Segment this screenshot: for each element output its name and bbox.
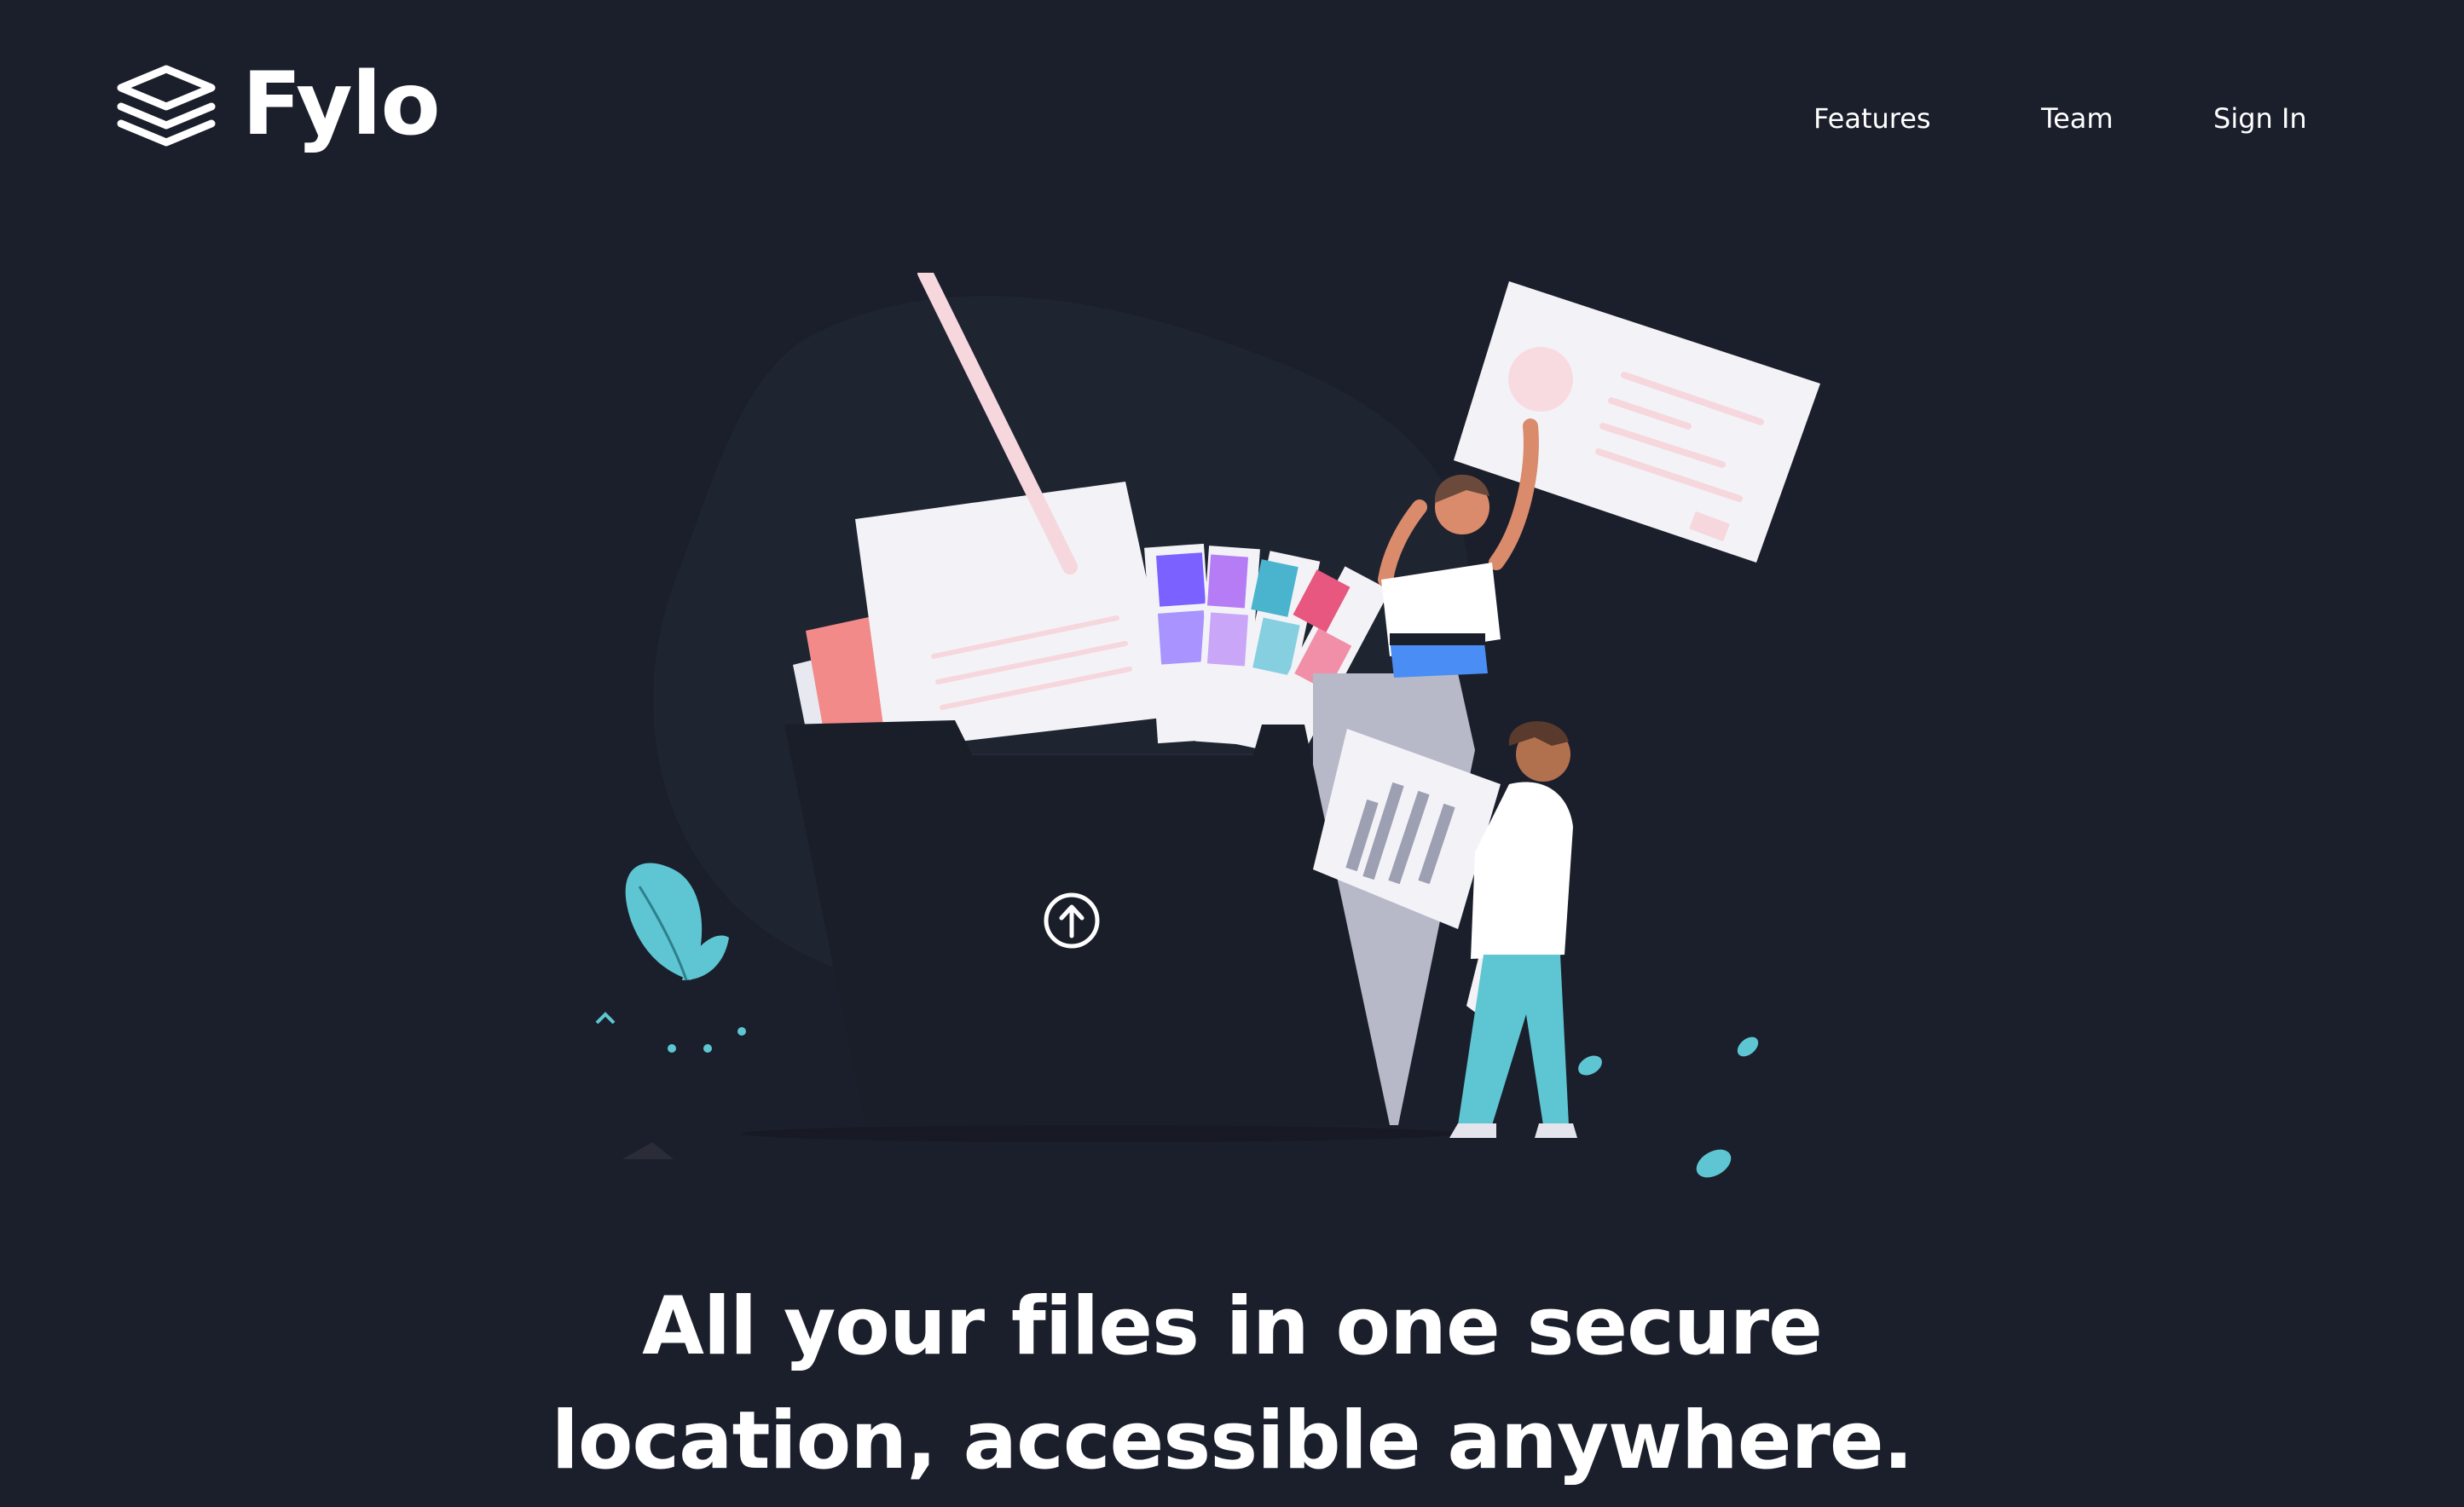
hero-headline-line-2: location, accessible anywhere. xyxy=(551,1394,1914,1487)
main-nav: Features Team Sign In xyxy=(0,97,2464,140)
hero-illustration xyxy=(580,273,1842,1227)
site-header: Fylo Features Team Sign In xyxy=(0,0,2464,239)
hero-headline: All your files in one secure location, a… xyxy=(0,1270,2464,1498)
hero-headline-line-1: All your files in one secure xyxy=(642,1280,1823,1373)
nav-link-sign-in[interactable]: Sign In xyxy=(2213,97,2307,140)
nav-link-features[interactable]: Features xyxy=(1813,97,1931,140)
landing-page: Fylo Features Team Sign In All your file… xyxy=(0,0,2464,1507)
nav-link-team[interactable]: Team xyxy=(2041,97,2114,140)
